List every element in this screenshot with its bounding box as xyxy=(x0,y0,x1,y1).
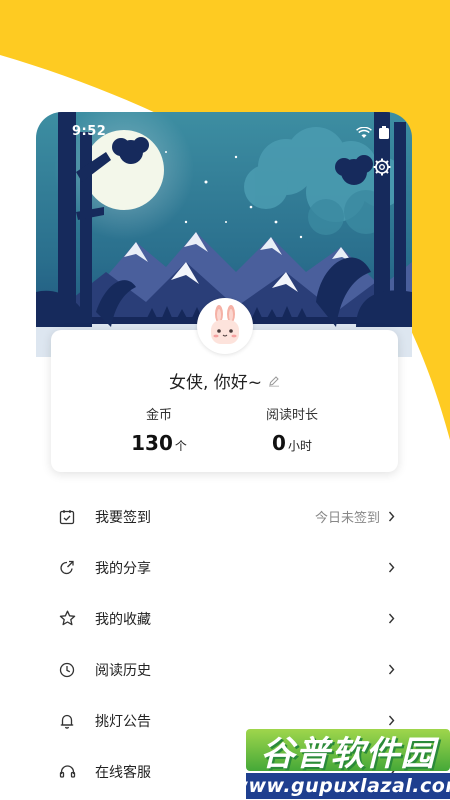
menu-label-checkin: 我要签到 xyxy=(95,509,151,526)
rabbit-avatar-icon xyxy=(211,305,239,344)
menu-label-favorites: 我的收藏 xyxy=(95,611,151,628)
watermark-url: www.gupuxlazal.com xyxy=(230,773,450,799)
star-icon xyxy=(59,610,76,626)
status-time: 9:52 xyxy=(72,124,107,139)
coins-label: 金币 xyxy=(145,408,172,423)
menu-item-share[interactable]: 我的分享 xyxy=(51,542,398,593)
coins-value: 130 xyxy=(131,431,173,455)
bell-icon xyxy=(60,714,74,729)
greeting-text: 女侠, 你好~ xyxy=(168,373,263,393)
checkin-status: 今日未签到 xyxy=(314,511,380,526)
menu-label-share: 我的分享 xyxy=(95,560,151,577)
site-watermark: 谷普软件园 www.gupuxlazal.com xyxy=(230,729,450,800)
reading-time-stat[interactable]: 阅读时长 0 小时 xyxy=(232,404,352,455)
menu-item-favorites[interactable]: 我的收藏 xyxy=(51,593,398,644)
avatar[interactable] xyxy=(197,298,253,354)
headset-icon xyxy=(59,764,76,778)
edit-pencil-icon[interactable] xyxy=(268,375,280,387)
settings-button[interactable] xyxy=(372,157,392,177)
chevron-right-icon xyxy=(388,715,395,726)
greeting-row[interactable]: 女侠, 你好~ xyxy=(51,368,398,393)
chevron-right-icon xyxy=(388,613,395,624)
wifi-icon xyxy=(356,127,372,138)
reading-time-value: 0 xyxy=(272,431,286,455)
battery-icon xyxy=(379,126,389,139)
coins-unit: 个 xyxy=(174,439,187,453)
menu-label-history: 阅读历史 xyxy=(95,662,151,679)
menu-item-checkin[interactable]: 我要签到 今日未签到 xyxy=(51,491,398,542)
calendar-check-icon xyxy=(59,509,75,524)
clock-icon xyxy=(59,662,75,677)
status-icons xyxy=(356,126,390,140)
chevron-right-icon xyxy=(388,511,395,522)
reading-time-unit: 小时 xyxy=(287,439,312,453)
chevron-right-icon xyxy=(388,664,395,675)
coins-stat[interactable]: 金币 130 个 xyxy=(99,404,219,455)
share-icon xyxy=(60,560,74,574)
gear-icon xyxy=(373,158,391,176)
watermark-title: 谷普软件园 xyxy=(246,729,450,774)
menu-item-history[interactable]: 阅读历史 xyxy=(51,644,398,695)
reading-time-label: 阅读时长 xyxy=(265,408,318,423)
chevron-right-icon xyxy=(388,562,395,573)
